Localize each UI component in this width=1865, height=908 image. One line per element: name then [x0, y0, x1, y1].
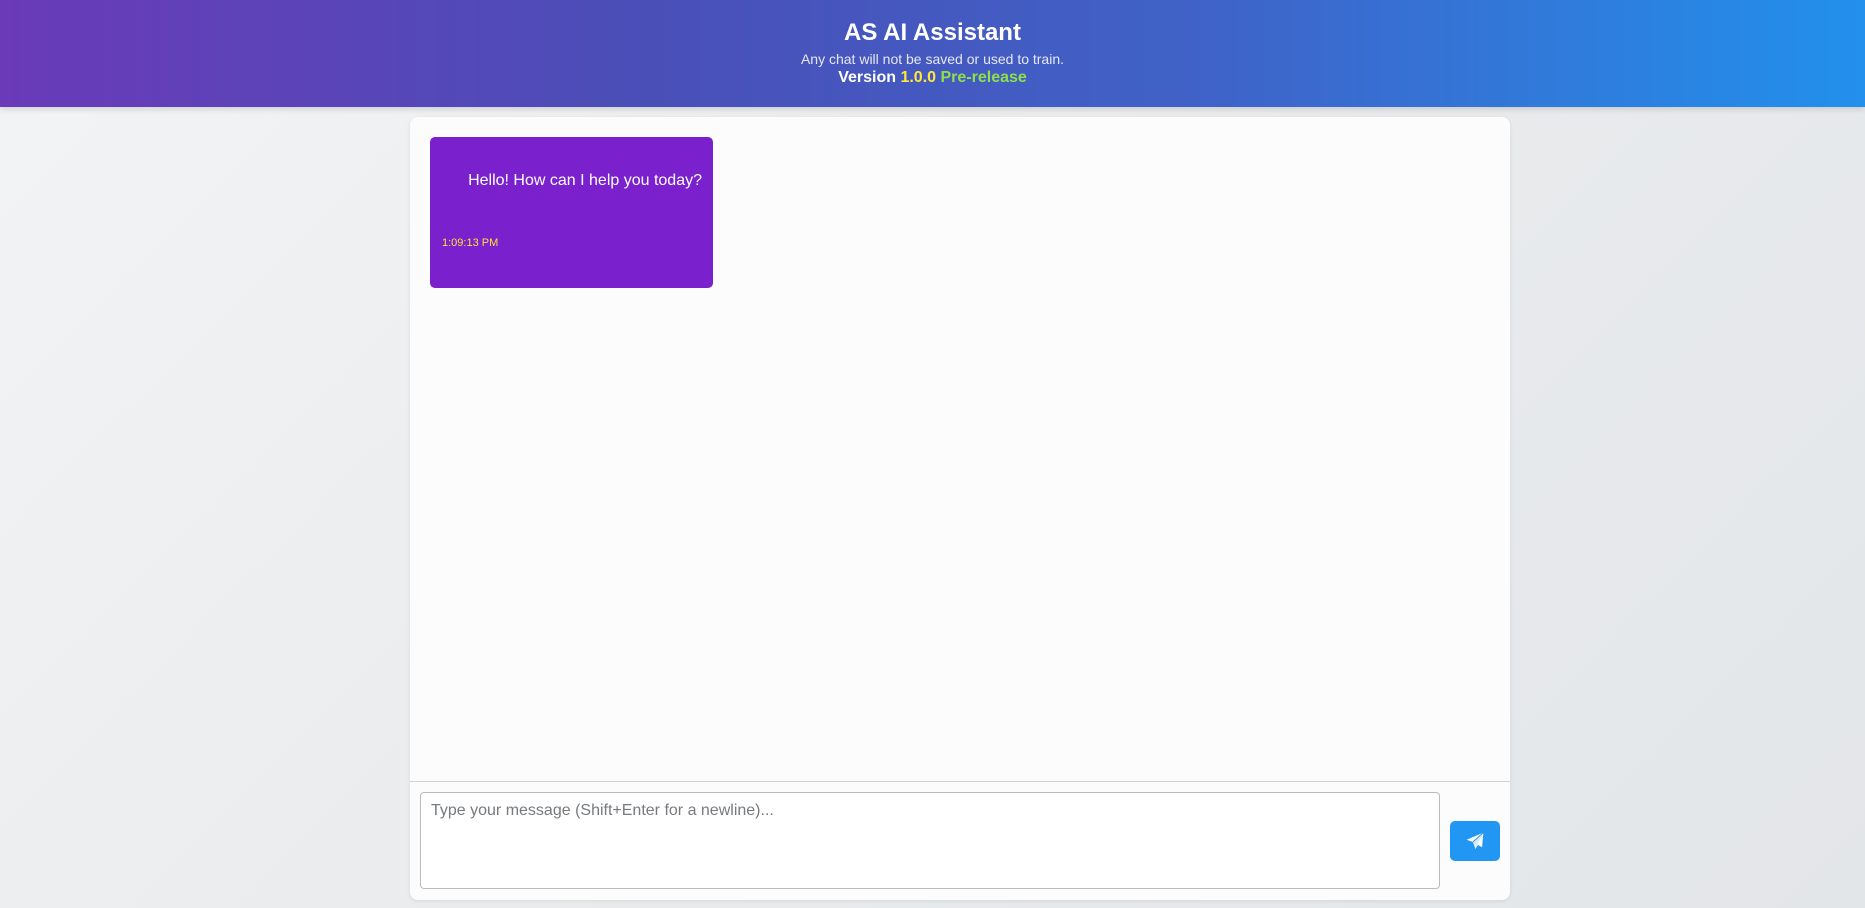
app-header: AS AI Assistant Any chat will not be sav…: [0, 0, 1865, 107]
privacy-notice: Any chat will not be saved or used to tr…: [800, 51, 1065, 67]
message-timestamp: 1:09:13 PM: [442, 237, 499, 249]
message-text: Hello! How can I help you today?: [468, 172, 702, 189]
app-title: AS AI Assistant: [844, 19, 1021, 46]
version-line: Version 1.0.0 Pre-release: [0, 68, 1865, 87]
chat-panel: Hello! How can I help you today? 1:09:13…: [410, 117, 1510, 900]
send-button[interactable]: [1450, 821, 1500, 861]
composer-divider: [410, 781, 1510, 782]
paper-plane-icon: [1466, 832, 1484, 849]
version-tag: Pre-release: [940, 69, 1027, 86]
assistant-message: Hello! How can I help you today? 1:09:13…: [430, 137, 713, 288]
version-label: Version: [838, 69, 896, 86]
message-input[interactable]: [420, 792, 1440, 889]
message-list[interactable]: Hello! How can I help you today? 1:09:13…: [410, 117, 1510, 781]
version-number: 1.0.0: [900, 69, 937, 86]
